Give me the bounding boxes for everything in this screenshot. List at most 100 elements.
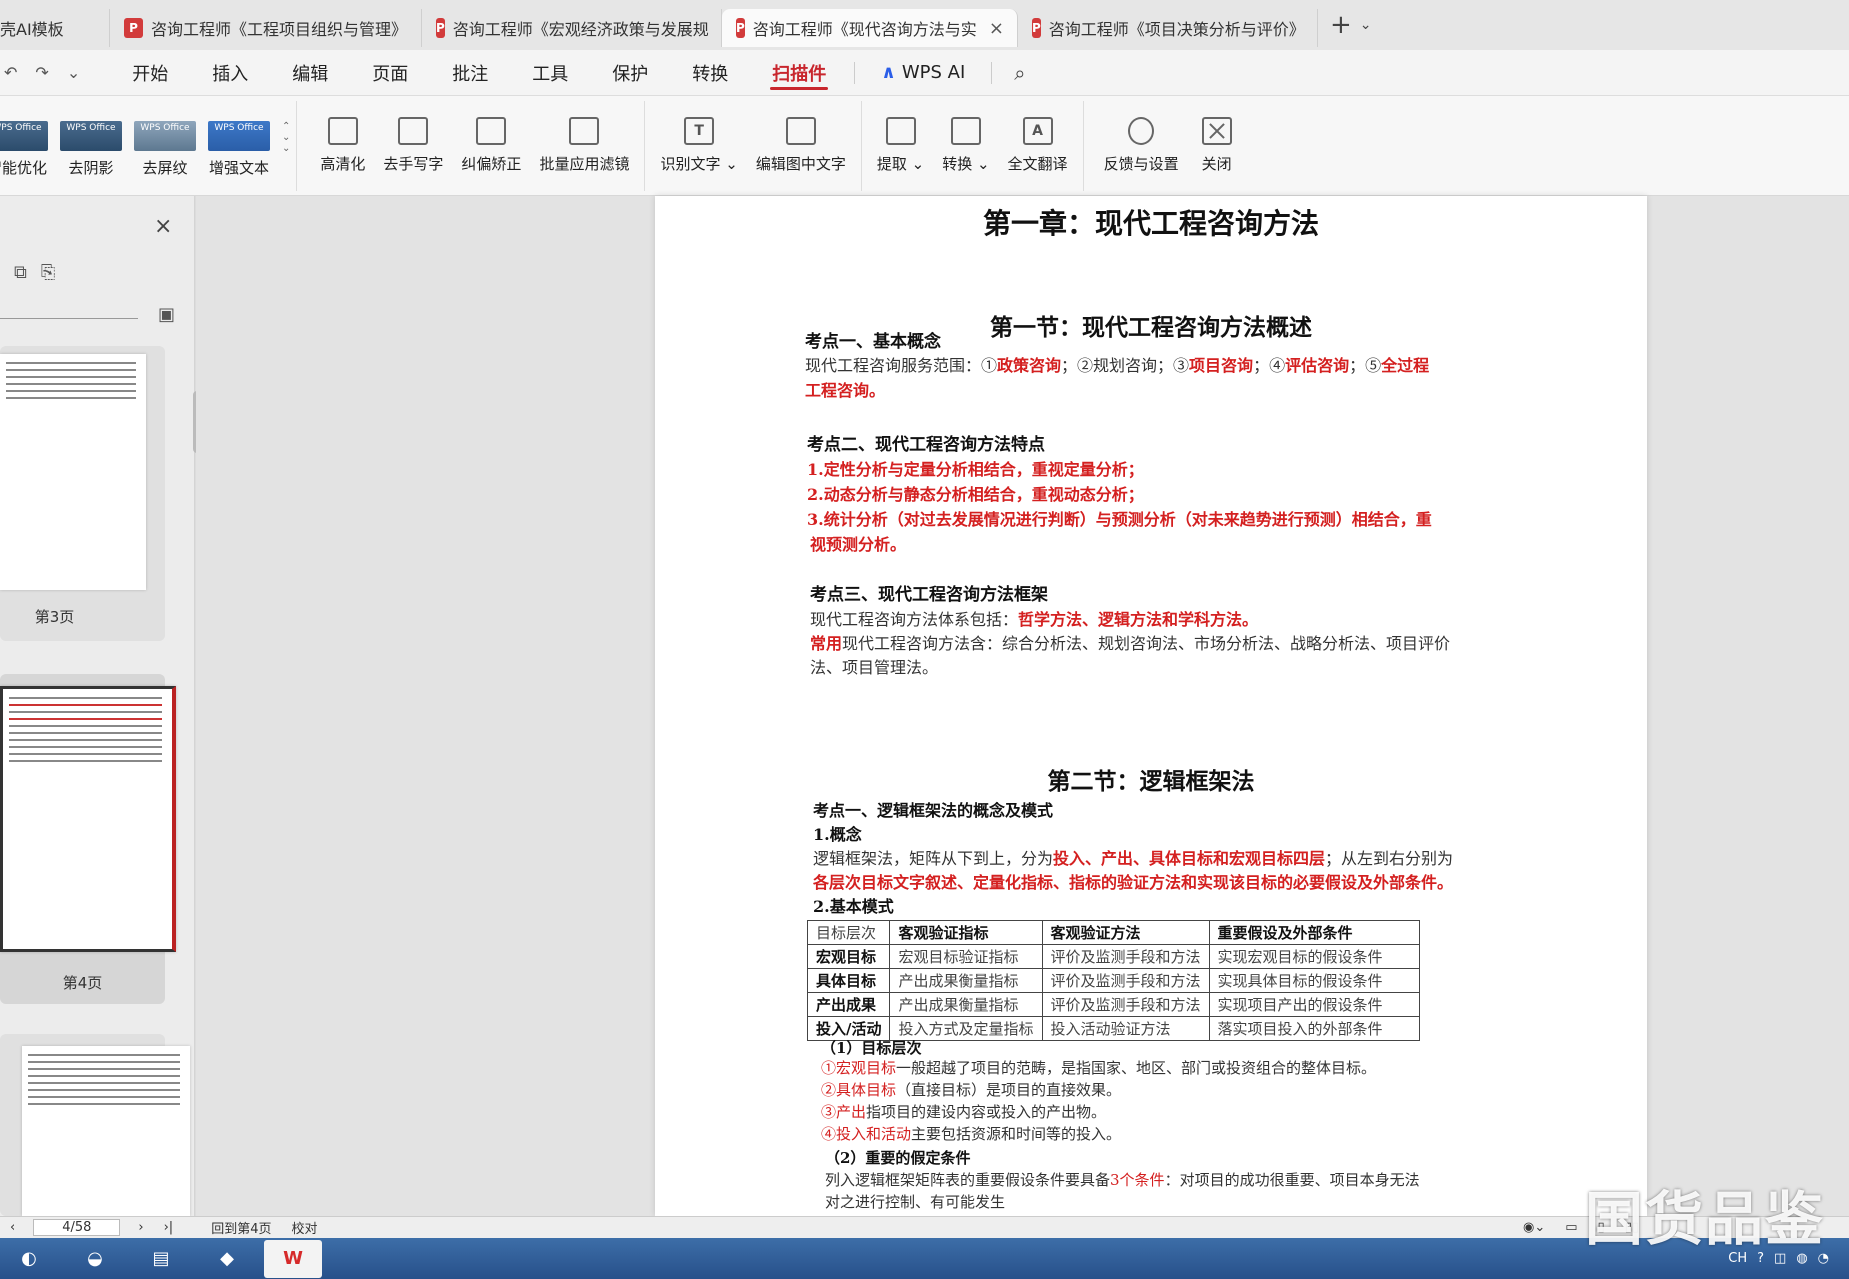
filter-label: 去屏纹 — [142, 158, 188, 177]
list-item: ③产出指项目的建设内容或投入的产出物。 — [821, 1103, 1107, 1121]
heading: 考点二、现代工程咨询方法特点 — [807, 435, 1045, 455]
last-page-icon[interactable]: ›| — [154, 1220, 184, 1235]
convert-button[interactable]: 转换 ⌄ — [933, 106, 998, 186]
filter-remove-moire[interactable]: WPS Office 去屏纹 — [132, 120, 198, 178]
filter-smart-optimize[interactable]: WPS Office 智能优化 — [0, 120, 50, 178]
subheading: （2）重要的假定条件 — [825, 1149, 971, 1167]
batch-filter-button[interactable]: 批量应用滤镜 — [530, 106, 638, 186]
remove-handwriting-label: 去手写字 — [383, 155, 444, 173]
edit-image-text-button[interactable]: 编辑图中文字 — [747, 106, 855, 186]
tab-label: 咨询工程师《项目决策分析与评价》 — [1048, 20, 1305, 39]
feedback-settings-button[interactable]: 反馈与设置 — [1090, 106, 1193, 186]
goto-page-link[interactable]: 回到第4页 — [201, 1218, 281, 1237]
filter-remove-shadow[interactable]: WPS Office 去阴影 — [58, 120, 124, 178]
table-header: 重要假设及外部条件 — [1208, 920, 1420, 945]
wps-ai-button[interactable]: ∧ WPS AI — [861, 62, 985, 83]
table-cell: 落实项目投入的外部条件 — [1208, 1016, 1420, 1041]
page-thumbnail-selected — [0, 686, 176, 952]
filter-label: 智能优化 — [0, 158, 47, 177]
table-header: 客观验证指标 — [889, 920, 1043, 945]
batch-filter-label: 批量应用滤镜 — [539, 155, 630, 173]
close-icon — [1201, 117, 1232, 145]
edit-image-icon — [785, 117, 816, 145]
translate-button[interactable]: A 全文翻译 — [999, 106, 1077, 186]
browser-icon[interactable]: ◒ — [66, 1240, 124, 1278]
ribbon: WPS Office 智能优化 WPS Office 去阴影 WPS Offic… — [0, 96, 1849, 196]
recognize-text-button[interactable]: T 识别文字 ⌄ — [651, 106, 746, 186]
copy-icon[interactable]: ⧉ — [14, 262, 27, 283]
menu-protect[interactable]: 保护 — [590, 50, 670, 96]
chevron-down-icon[interactable]: ⌄ — [282, 132, 290, 143]
eye-icon[interactable]: ◉⌄ — [1513, 1220, 1555, 1235]
search-icon[interactable]: ⌕ — [998, 61, 1041, 85]
next-page-icon[interactable]: › — [128, 1220, 153, 1235]
menu-insert[interactable]: 插入 — [190, 50, 270, 96]
menu-start[interactable]: 开始 — [110, 50, 190, 96]
wps-icon[interactable]: W — [264, 1239, 322, 1278]
thumbnail-page-5[interactable] — [0, 1034, 190, 1216]
menu-convert[interactable]: 转换 — [670, 50, 750, 96]
heading: 考点一、基本概念 — [805, 332, 941, 352]
menu-edit[interactable]: 编辑 — [270, 50, 350, 96]
taskbar: ◐ ◒ ▤ ◆ W CH ? ◫ ◍ ◔ — [0, 1238, 1849, 1279]
new-tab-icon[interactable]: + — [1330, 10, 1352, 40]
paragraph: 常用现代工程咨询方法含：综合分析法、规划咨询法、市场分析法、战略分析法、项目评价 — [810, 634, 1451, 653]
table-cell: 产出成果衡量指标 — [889, 992, 1043, 1017]
paragraph: 各层次目标文字叙述、定量化指标、指标的验证方法和实现该目标的必要假设及外部条件。 — [813, 873, 1454, 892]
tab-org-management[interactable]: P 咨询工程师《工程项目组织与管理》 — [110, 9, 422, 47]
folder-icon[interactable]: ▤ — [132, 1240, 190, 1278]
list-item: ②具体目标（直接目标）是项目的直接效果。 — [821, 1081, 1122, 1099]
table-row: 产出成果 产出成果衡量指标 评价及监测手段和方法 实现项目产出的假设条件 — [806, 992, 1420, 1017]
sharpen-label: 高清化 — [320, 155, 366, 173]
table-cell: 实现宏观目标的假设条件 — [1208, 944, 1420, 969]
translate-icon: A — [1022, 117, 1053, 145]
chevron-down-icon[interactable]: ⌄ — [1360, 17, 1372, 33]
extract-button[interactable]: 提取 ⌄ — [868, 106, 933, 186]
tab-macro-economy[interactable]: P 咨询工程师《宏观经济政策与发展规 — [422, 9, 722, 47]
redo-icon[interactable]: ↷ — [35, 63, 48, 82]
app-icon[interactable]: ◆ — [198, 1240, 256, 1278]
close-scan-button[interactable]: 关闭 — [1193, 106, 1241, 186]
tab-ai-template[interactable]: 壳AI模板 — [0, 9, 110, 47]
quick-access: ↶ ↷ ⌄ — [0, 63, 80, 82]
tab-modern-methods[interactable]: P 咨询工程师《现代咨询方法与实 × — [722, 9, 1018, 47]
close-tab-icon[interactable]: × — [989, 18, 1004, 39]
paragraph: 法、项目管理法。 — [810, 658, 939, 677]
list-item: ④投入和活动主要包括资源和时间等的投入。 — [821, 1125, 1122, 1143]
table-cell: 宏观目标验证指标 — [889, 944, 1043, 969]
single-page-icon[interactable]: ▭ — [1555, 1220, 1587, 1235]
image-icon[interactable]: ▣ — [158, 304, 175, 325]
start-button[interactable]: ◐ — [0, 1240, 58, 1278]
chevron-down-icon[interactable]: ⌄ — [67, 63, 80, 82]
filter-enhance-text[interactable]: WPS Office 增强文本 — [206, 120, 272, 178]
prev-page-icon[interactable]: ‹ — [0, 1220, 25, 1235]
expand-icon[interactable]: ⌄ — [282, 143, 290, 154]
menu-scan[interactable]: 扫描件 — [750, 50, 848, 96]
menu-annotate[interactable]: 批注 — [430, 50, 510, 96]
remove-handwriting-button[interactable]: 去手写字 — [374, 106, 452, 186]
deskew-button[interactable]: 纠偏矫正 — [452, 106, 530, 186]
ribbon-group-ocr: T 识别文字 ⌄ 编辑图中文字 — [645, 100, 862, 191]
gallery-scroll[interactable]: ⌃ ⌄ ⌄ — [282, 121, 290, 154]
proofread-button[interactable]: 校对 — [281, 1218, 327, 1237]
thumbnail-page-4[interactable]: 第4页 — [0, 674, 176, 1004]
tab-decision-analysis[interactable]: P 咨询工程师《项目决策分析与评价》 — [1018, 9, 1318, 47]
thumbnail-page-3[interactable]: 第3页 — [0, 346, 165, 641]
table-cell: 评价及监测手段和方法 — [1041, 944, 1210, 969]
close-icon[interactable]: × — [154, 214, 172, 239]
undo-icon[interactable]: ↶ — [4, 63, 17, 82]
divider — [991, 61, 993, 84]
divider — [854, 61, 856, 84]
menu-page[interactable]: 页面 — [350, 50, 430, 96]
menu-tools[interactable]: 工具 — [510, 50, 590, 96]
chevron-up-icon[interactable]: ⌃ — [282, 121, 290, 132]
heading: 考点一、逻辑框架法的概念及模式 — [813, 801, 1054, 820]
paste-icon[interactable]: ⎘ — [41, 262, 55, 283]
filter-gallery: WPS Office 智能优化 WPS Office 去阴影 WPS Offic… — [0, 100, 298, 191]
wps-ai-icon: ∧ — [881, 62, 896, 83]
close-label: 关闭 — [1201, 155, 1232, 173]
sharpen-button[interactable]: 高清化 — [311, 106, 374, 186]
page-indicator[interactable]: 4/58 — [33, 1219, 121, 1236]
table-cell: 评价及监测手段和方法 — [1041, 968, 1210, 993]
menu-bar: ↶ ↷ ⌄ 开始 插入 编辑 页面 批注 工具 保护 转换 扫描件 ∧ WPS … — [0, 50, 1849, 96]
